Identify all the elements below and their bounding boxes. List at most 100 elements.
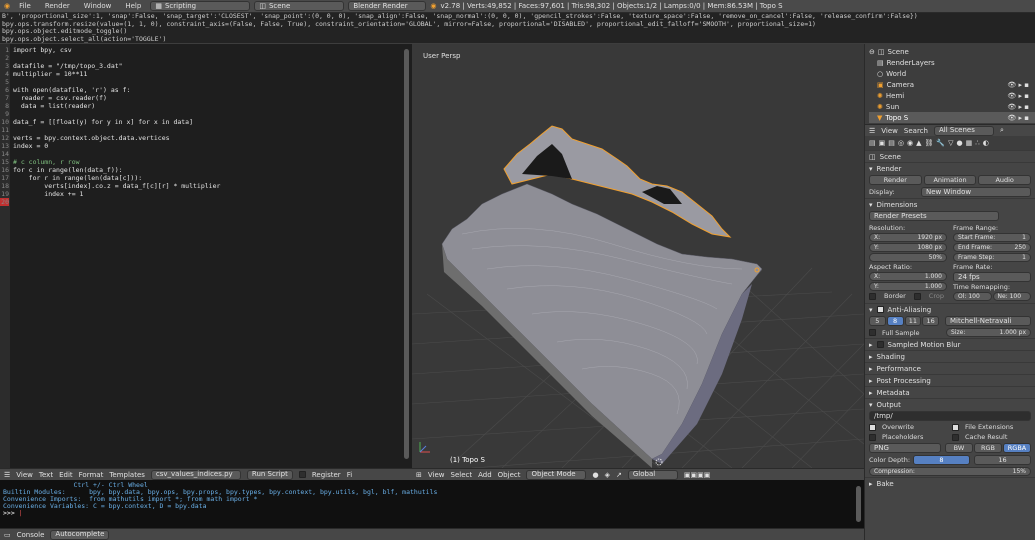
output-section-header[interactable]: ▾ Output: [865, 398, 1035, 410]
menu-view[interactable]: View: [16, 471, 33, 479]
menu-view[interactable]: View: [881, 127, 898, 135]
audio-button[interactable]: Audio: [978, 175, 1032, 185]
screen-layout-select[interactable]: ▦ Scripting: [150, 1, 251, 11]
run-script-button[interactable]: Run Script: [246, 469, 293, 480]
end-frame-field[interactable]: End Frame: 250: [953, 243, 1031, 252]
rgb-button[interactable]: RGB: [974, 443, 1002, 453]
autocomplete-button[interactable]: Autocomplete: [50, 529, 110, 540]
outliner-item-renderlayers[interactable]: ▤ RenderLayers: [869, 57, 1035, 68]
layers-icon[interactable]: ▣▣▣▣: [684, 471, 710, 479]
orientation-select[interactable]: Global: [627, 469, 678, 480]
rgba-button[interactable]: RGBA: [1003, 443, 1031, 453]
new-field[interactable]: Ne: 100: [992, 292, 1031, 301]
constraint-tab-icon[interactable]: ⛓: [924, 139, 933, 147]
editor-scrollbar[interactable]: [404, 49, 409, 459]
visibility-icon[interactable]: 👁 ▸ ▪: [1007, 92, 1029, 100]
bake-section-header[interactable]: ▸ Bake: [865, 477, 1035, 489]
tab-console[interactable]: Console: [17, 531, 45, 539]
menu-edit[interactable]: Edit: [59, 471, 73, 479]
aa-section-header[interactable]: ▾ Anti-Aliasing: [865, 303, 1035, 315]
menu-file[interactable]: File: [14, 2, 36, 10]
register-checkbox[interactable]: [298, 471, 306, 478]
menu-search[interactable]: Search: [904, 127, 928, 135]
menu-help[interactable]: Help: [120, 2, 146, 10]
text-editor[interactable]: 1 2 3 4 5 6 7 8 9 10 11 12 13 14 15 16 17 18 19 20 import b…: [0, 44, 412, 468]
blender-logo-icon[interactable]: ◉: [4, 2, 10, 10]
overwrite-checkbox[interactable]: [869, 423, 876, 431]
file-format-select[interactable]: PNG: [869, 443, 941, 453]
placeholders-checkbox[interactable]: [869, 433, 876, 441]
file-ext-checkbox[interactable]: [952, 423, 959, 431]
aa-5-button[interactable]: 5: [869, 316, 886, 326]
menu-format[interactable]: Format: [79, 471, 104, 479]
texture-tab-icon[interactable]: ▦: [966, 139, 973, 147]
python-console[interactable]: Ctrl +/- Ctrl Wheel Builtin Modules: bpy,…: [0, 480, 864, 528]
layers-tab-icon[interactable]: ▤: [888, 139, 895, 147]
console-editor-icon[interactable]: ▭: [4, 531, 11, 539]
border-checkbox[interactable]: [869, 292, 876, 300]
full-sample-checkbox[interactable]: [869, 329, 876, 336]
res-x-field[interactable]: X: 1920 px: [869, 233, 947, 242]
display-select[interactable]: New Window: [921, 187, 1031, 197]
motion-blur-checkbox[interactable]: [876, 341, 884, 348]
console-scrollbar[interactable]: [856, 486, 861, 522]
text-file-select[interactable]: csv_values_indices.py: [150, 469, 241, 480]
depth-16-button[interactable]: 16: [974, 455, 1031, 465]
outliner-item-scene[interactable]: ⊖ ◫ Scene: [869, 46, 1035, 57]
animation-button[interactable]: Animation: [923, 175, 977, 185]
physics-tab-icon[interactable]: ◐: [983, 139, 989, 147]
modifier-tab-icon[interactable]: 🔧: [936, 139, 945, 147]
visibility-icon[interactable]: 👁 ▸ ▪: [1007, 114, 1029, 122]
menu-object[interactable]: Object: [498, 471, 521, 479]
aa-filter-select[interactable]: Mitchell-Netravali: [945, 316, 1031, 326]
res-percent-field[interactable]: 50%: [869, 253, 947, 262]
menu-templates[interactable]: Templates: [109, 471, 145, 479]
text-editor-icon[interactable]: ☰: [4, 471, 10, 479]
metadata-section-header[interactable]: ▸ Metadata: [865, 386, 1035, 398]
performance-section-header[interactable]: ▸ Performance: [865, 362, 1035, 374]
start-frame-field[interactable]: Start Frame: 1: [953, 233, 1031, 242]
outliner-filter-select[interactable]: All Scenes: [933, 125, 994, 136]
aa-checkbox[interactable]: [876, 306, 884, 313]
world-tab-icon[interactable]: ◉: [907, 139, 913, 147]
aa-size-field[interactable]: Size: 1.000 px: [946, 328, 1031, 337]
crop-checkbox[interactable]: [913, 292, 921, 300]
output-path-input[interactable]: /tmp/: [869, 411, 1031, 421]
cache-result-checkbox[interactable]: [952, 433, 959, 441]
menu-select[interactable]: Select: [451, 471, 473, 479]
outliner-item-world[interactable]: ○ World: [869, 68, 1035, 79]
res-y-field[interactable]: Y: 1080 px: [869, 243, 947, 252]
frame-step-field[interactable]: Frame Step: 1: [953, 253, 1031, 262]
bw-button[interactable]: BW: [945, 443, 973, 453]
outliner-item-hemi[interactable]: ✺ Hemi 👁 ▸ ▪: [869, 90, 1035, 101]
viewport-editor-icon[interactable]: ⊞: [416, 471, 422, 479]
outliner-item-camera[interactable]: ▣ Camera 👁 ▸ ▪: [869, 79, 1035, 90]
menu-view[interactable]: View: [428, 471, 445, 479]
old-field[interactable]: Ol: 100: [953, 292, 992, 301]
object-tab-icon[interactable]: ▲: [916, 139, 921, 147]
dimensions-section-header[interactable]: ▾ Dimensions: [865, 198, 1035, 210]
menu-render[interactable]: Render: [40, 2, 75, 10]
outliner-item-sun[interactable]: ✺ Sun 👁 ▸ ▪: [869, 101, 1035, 112]
aa-8-button[interactable]: 8: [886, 316, 904, 326]
3d-viewport[interactable]: User Persp (1) Topo S: [412, 44, 864, 468]
render-presets-select[interactable]: Render Presets: [869, 211, 999, 221]
aa-11-button[interactable]: 11: [904, 316, 922, 326]
expand-icon[interactable]: ⊖: [869, 48, 875, 56]
render-section-header[interactable]: ▾ Render: [865, 162, 1035, 174]
render-tab-icon[interactable]: ▣: [879, 139, 886, 147]
outliner-item-topo[interactable]: ▼ Topo S 👁 ▸ ▪: [869, 112, 1035, 123]
render-engine-select[interactable]: Blender Render: [348, 1, 427, 11]
outliner-icon[interactable]: ☰: [869, 127, 875, 135]
post-processing-section-header[interactable]: ▸ Post Processing: [865, 374, 1035, 386]
menu-add[interactable]: Add: [478, 471, 492, 479]
aspect-x-field[interactable]: X: 1.000: [869, 272, 947, 281]
mode-select[interactable]: Object Mode: [526, 469, 587, 480]
pivot-icon[interactable]: ◈: [605, 471, 610, 479]
properties-icon[interactable]: ▤: [869, 139, 876, 147]
scene-select[interactable]: ◫ Scene: [254, 1, 345, 11]
render-button[interactable]: Render: [869, 175, 922, 185]
material-tab-icon[interactable]: ●: [956, 139, 962, 147]
visibility-icon[interactable]: 👁 ▸ ▪: [1007, 103, 1029, 111]
aa-16-button[interactable]: 16: [922, 316, 939, 326]
